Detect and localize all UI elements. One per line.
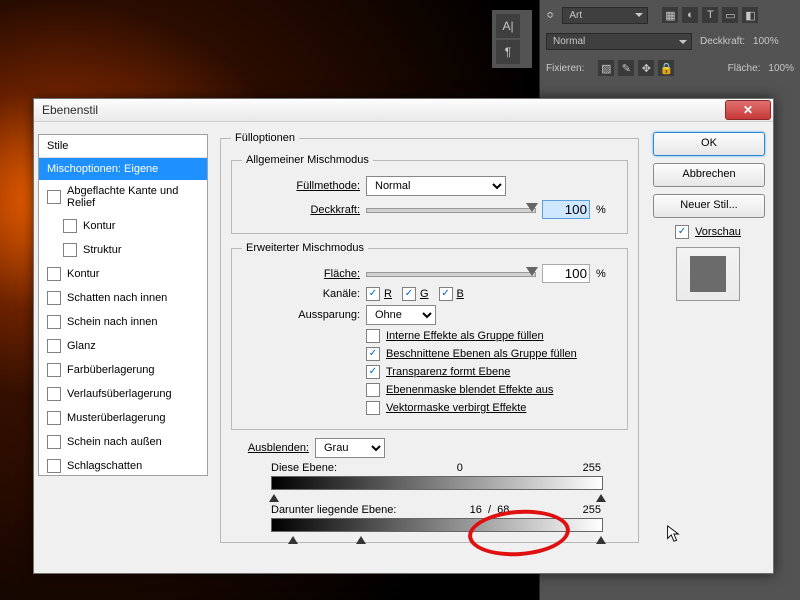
sidebar-item-color-overlay[interactable]: Farbüberlagerung [39, 358, 207, 382]
percent-label: % [596, 204, 606, 216]
checkbox[interactable] [63, 219, 77, 233]
lock-transparent-icon[interactable]: ▨ [598, 60, 614, 76]
cancel-button[interactable]: Abbrechen [653, 163, 765, 187]
ok-button[interactable]: OK [653, 132, 765, 156]
layer-style-dialog: Ebenenstil ✕ Stile Mischoptionen: Eigene… [33, 98, 774, 574]
fill-opacity-label: Fläche: [242, 268, 360, 280]
channel-g-checkbox[interactable] [402, 287, 416, 301]
lock-all-icon[interactable]: 🔒 [658, 60, 674, 76]
knockout-label: Aussparung: [242, 309, 360, 321]
fill-opacity-input[interactable] [542, 264, 590, 283]
channel-b-checkbox[interactable] [439, 287, 453, 301]
filter-pixel-icon[interactable]: ▦ [662, 7, 678, 23]
opacity-label: Deckkraft: [242, 204, 360, 216]
close-icon: ✕ [743, 103, 753, 117]
kind-dropdown[interactable]: Art [562, 7, 648, 24]
under-layer-track[interactable] [271, 518, 603, 532]
preview-swatch [676, 247, 740, 301]
dialog-titlebar[interactable]: Ebenenstil ✕ [34, 99, 773, 122]
fill-options-title: Fülloptionen [231, 132, 299, 144]
sidebar-item-inner-glow[interactable]: Schein nach innen [39, 310, 207, 334]
under-hi: 255 [583, 504, 601, 516]
layer-opacity-label: Deckkraft: [700, 36, 745, 47]
filter-text-icon[interactable]: T [702, 7, 718, 23]
sidebar-item-satin[interactable]: Glanz [39, 334, 207, 358]
fill-options-group: Fülloptionen Allgemeiner Mischmodus Füll… [220, 132, 639, 543]
preview-label: Vorschau [695, 226, 741, 238]
this-layer-lo: 0 [457, 462, 463, 474]
sidebar-item-gradient-overlay[interactable]: Verlaufsüberlagerung [39, 382, 207, 406]
under-lo: 16 [470, 504, 482, 516]
checkbox[interactable] [47, 291, 61, 305]
cb-vectormask-hides[interactable] [366, 401, 380, 415]
cb-blend-clipped[interactable] [366, 347, 380, 361]
opacity-input[interactable] [542, 200, 590, 219]
checkbox[interactable] [63, 243, 77, 257]
blend-if-select[interactable]: Grau [315, 438, 385, 458]
opacity-slider[interactable] [366, 203, 536, 217]
checkbox[interactable] [47, 435, 61, 449]
layer-fill-label: Fläche: [728, 63, 761, 74]
checkbox[interactable] [47, 315, 61, 329]
this-layer-track[interactable] [271, 476, 603, 490]
channel-r-checkbox[interactable] [366, 287, 380, 301]
checkbox[interactable] [47, 459, 61, 473]
advanced-blend-title: Erweiterter Mischmodus [242, 242, 368, 254]
styles-list: Stile Mischoptionen: Eigene Abgeflachte … [38, 134, 208, 476]
lock-label: Fixieren: [546, 63, 584, 74]
close-button[interactable]: ✕ [725, 100, 771, 120]
styles-header[interactable]: Stile [39, 135, 207, 158]
layer-fill-value[interactable]: 100% [768, 63, 794, 74]
filter-smart-icon[interactable]: ◧ [742, 7, 758, 23]
sidebar-item-inner-shadow[interactable]: Schatten nach innen [39, 286, 207, 310]
sidebar-item-drop-shadow[interactable]: Schlagschatten [39, 454, 207, 476]
under-lo2: 68 [497, 504, 509, 516]
new-style-button[interactable]: Neuer Stil... [653, 194, 765, 218]
channels-label: Kanäle: [242, 288, 360, 300]
preview-checkbox[interactable] [675, 225, 689, 239]
sidebar-item-texture[interactable]: Struktur [39, 238, 207, 262]
filter-adjust-icon[interactable]: ◐ [682, 7, 698, 23]
under-layer-label: Darunter liegende Ebene: [271, 504, 396, 516]
paragraph-panel-icon[interactable]: ¶ [496, 40, 520, 64]
cb-transparency-shapes[interactable] [366, 365, 380, 379]
checkbox[interactable] [47, 267, 61, 281]
sidebar-item-bevel[interactable]: Abgeflachte Kante und Relief [39, 180, 207, 214]
sidebar-item-blending-options[interactable]: Mischoptionen: Eigene [39, 158, 207, 180]
blend-mode-select[interactable]: Normal [366, 176, 506, 196]
lock-move-icon[interactable]: ✥ [638, 60, 654, 76]
blend-if-label: Ausblenden: [231, 442, 309, 454]
char-panel-icon[interactable]: A| [496, 14, 520, 38]
cb-blend-interior[interactable] [366, 329, 380, 343]
knockout-select[interactable]: Ohne [366, 305, 436, 325]
ps-side-dock: A| ¶ [492, 10, 532, 68]
general-blend-title: Allgemeiner Mischmodus [242, 154, 373, 166]
checkbox[interactable] [47, 190, 61, 204]
checkbox[interactable] [47, 339, 61, 353]
this-layer-hi: 255 [583, 462, 601, 474]
layer-blendmode-dropdown[interactable]: Normal [546, 33, 692, 50]
advanced-blend-group: Erweiterter Mischmodus Fläche: % Kanäle:… [231, 242, 628, 430]
sidebar-item-contour[interactable]: Kontur [39, 214, 207, 238]
fill-opacity-slider[interactable] [366, 267, 536, 281]
cb-layermask-hides[interactable] [366, 383, 380, 397]
filter-shape-icon[interactable]: ▭ [722, 7, 738, 23]
general-blend-group: Allgemeiner Mischmodus Füllmethode: Norm… [231, 154, 628, 234]
checkbox[interactable] [47, 387, 61, 401]
sidebar-item-pattern-overlay[interactable]: Musterüberlagerung [39, 406, 207, 430]
layer-opacity-value[interactable]: 100% [753, 36, 779, 47]
checkbox[interactable] [47, 363, 61, 377]
checkbox[interactable] [47, 411, 61, 425]
blend-mode-label: Füllmethode: [242, 180, 360, 192]
sidebar-item-stroke[interactable]: Kontur [39, 262, 207, 286]
lock-paint-icon[interactable]: ✎ [618, 60, 634, 76]
this-layer-label: Diese Ebene: [271, 462, 337, 474]
sidebar-item-outer-glow[interactable]: Schein nach außen [39, 430, 207, 454]
dialog-title: Ebenenstil [42, 103, 98, 117]
